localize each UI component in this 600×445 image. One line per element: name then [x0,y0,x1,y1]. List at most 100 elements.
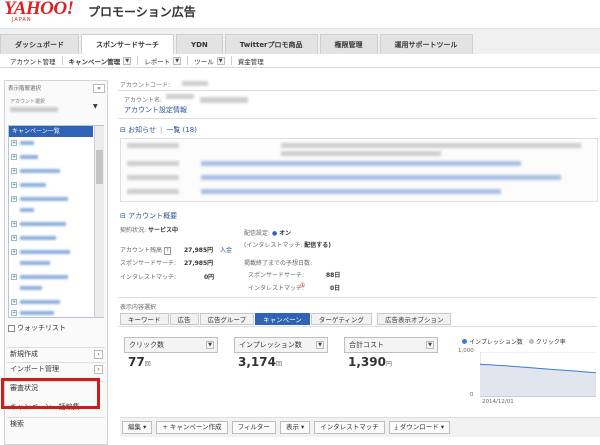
tab-ad-options[interactable]: 広告表示オプション [376,313,452,325]
radio-on-icon[interactable]: ● [272,230,277,237]
scrollbar-thumb[interactable] [96,150,103,184]
collapse-icon[interactable]: ⊟ [120,126,128,134]
subnav-campaign-mgmt[interactable]: キャンペーン管理 ▼ [63,56,138,66]
sidebar-item-import[interactable]: インポート管理 › [7,362,105,375]
list-item[interactable]: + [11,139,91,149]
tab-keyword[interactable]: キーワード [120,313,169,325]
chevron-down-icon[interactable]: ▼ [173,56,182,65]
tab-ad-group[interactable]: 広告グループ [199,313,255,325]
expand-icon[interactable]: + [11,140,17,146]
subnav-account-mgmt[interactable]: アカウント管理 [4,56,62,66]
watchlist-checkbox[interactable] [8,325,15,332]
filter-button[interactable]: フィルター [231,421,276,434]
list-item-label [20,141,34,145]
tab-targeting[interactable]: ターゲティング [310,313,372,325]
tab-campaign[interactable]: キャンペーン [255,313,310,325]
help-icon[interactable]: ? [163,247,171,255]
notice-section: ⊟ お知らせ | 一覧 (18) [120,126,197,134]
expand-icon[interactable]: + [11,196,17,202]
list-item[interactable]: + [11,309,91,319]
expand-icon[interactable]: + [11,299,17,305]
ss-balance-value: 27,985円 [184,260,214,267]
collapse-icon[interactable]: ⊟ [120,212,128,220]
tab-dashboard[interactable]: ダッシュボード [0,34,79,54]
contract-label: 契約状況: [120,227,147,234]
sidebar-item-search[interactable]: 検索 [7,417,105,430]
chevron-down-icon[interactable]: ▼ [123,56,132,65]
chevron-down-icon[interactable]: ▼ [93,103,98,110]
subnav-funds[interactable]: 資金管理 [232,56,270,66]
list-item[interactable]: + [11,153,91,163]
expand-icon[interactable]: + [11,221,17,227]
chevron-right-icon[interactable]: › [94,365,103,374]
subnav-funds-label: 資金管理 [237,57,264,66]
list-item[interactable]: + [11,234,91,244]
campaign-list-title[interactable]: キャンペーン一覧 [9,126,93,137]
notice-text[interactable] [201,175,561,180]
account-id-value [200,97,248,103]
download-button[interactable]: ⤓ ダウンロード ▾ [388,421,451,434]
list-item[interactable]: + [11,273,91,283]
metric-select-cost[interactable]: 合計コスト ▼ [344,337,438,353]
im-days-label: インタレストマッチ: [248,285,305,292]
metric-select-impressions[interactable]: インプレッション数 ▼ [234,337,328,353]
account-select-value[interactable] [10,107,58,112]
create-campaign-button[interactable]: + キャンペーン作成 [156,421,228,434]
metric-value-cost: 1,390円 [348,355,392,369]
metric-select-clicks[interactable]: クリック数 ▼ [124,337,218,353]
notice-date [127,175,179,180]
interest-match-button[interactable]: インタレストマッチ [314,421,385,434]
list-item[interactable]: + [11,298,91,308]
expand-icon[interactable]: + [11,168,17,174]
list-item-label [20,236,56,240]
chevron-down-icon[interactable]: ▼ [206,341,214,349]
list-item[interactable]: + [11,248,91,258]
display-button[interactable]: 表示 ▾ [279,421,311,434]
tab-support-tools[interactable]: 運用サポートツール [379,34,473,54]
chevron-down-icon[interactable]: ▼ [426,341,434,349]
expand-icon[interactable]: + [11,182,17,188]
subnav-campaign-mgmt-label: キャンペーン管理 [68,57,121,66]
expand-icon[interactable]: + [11,249,17,255]
chevron-down-icon[interactable]: ▼ [216,56,225,65]
notice-text[interactable] [201,189,501,194]
delivery-row: 配信設定: ● オン [244,228,291,237]
account-settings-link[interactable]: アカウント設定情報 [124,105,187,115]
notice-text[interactable] [281,143,581,148]
x-tick: 2014/12/01 [482,399,514,405]
list-item-label [20,208,34,212]
list-item[interactable]: + [11,181,91,191]
divider [118,118,598,119]
watchlist-item[interactable]: ウォッチリスト [8,323,104,334]
edit-button[interactable]: 編集 ▾ [122,421,153,434]
tab-ad[interactable]: 広告 [169,313,199,325]
deposit-link[interactable]: 入金 [220,245,232,254]
collapse-icon[interactable]: « [93,84,105,93]
expand-icon[interactable]: + [11,235,17,241]
chevron-right-icon[interactable]: › [94,350,103,359]
subnav-tool[interactable]: ツール ▼ [188,56,231,66]
notice-list-link[interactable]: 一覧 (18) [166,126,197,134]
legend-impressions[interactable]: インプレッション数 [469,339,523,346]
expand-icon[interactable]: + [11,154,17,160]
metric-select-label: 合計コスト [349,341,384,349]
tab-ydn[interactable]: YDN [176,34,223,54]
account-name-value [166,94,194,99]
expand-icon[interactable]: + [11,310,17,316]
list-item[interactable]: + [11,167,91,177]
list-item-label [20,275,68,279]
notice-text[interactable] [201,161,521,166]
legend-ctr[interactable]: クリック率 [536,339,566,346]
scrollbar[interactable] [94,126,104,317]
sidebar-item-new[interactable]: 新規作成 › [7,347,105,360]
tab-sponsored-search[interactable]: スポンサードサーチ [81,34,174,55]
subnav-report[interactable]: レポート ▼ [138,56,187,66]
list-item[interactable]: + [11,195,91,205]
notice-text[interactable] [281,151,441,156]
expand-icon[interactable]: + [11,274,17,280]
tab-permissions[interactable]: 権限管理 [319,34,378,54]
list-item[interactable]: + [11,220,91,230]
chevron-down-icon[interactable]: ▼ [316,341,324,349]
metric-number: 1,390 [348,355,386,369]
tab-twitter[interactable]: Twitterプロモ商品 [224,34,318,54]
